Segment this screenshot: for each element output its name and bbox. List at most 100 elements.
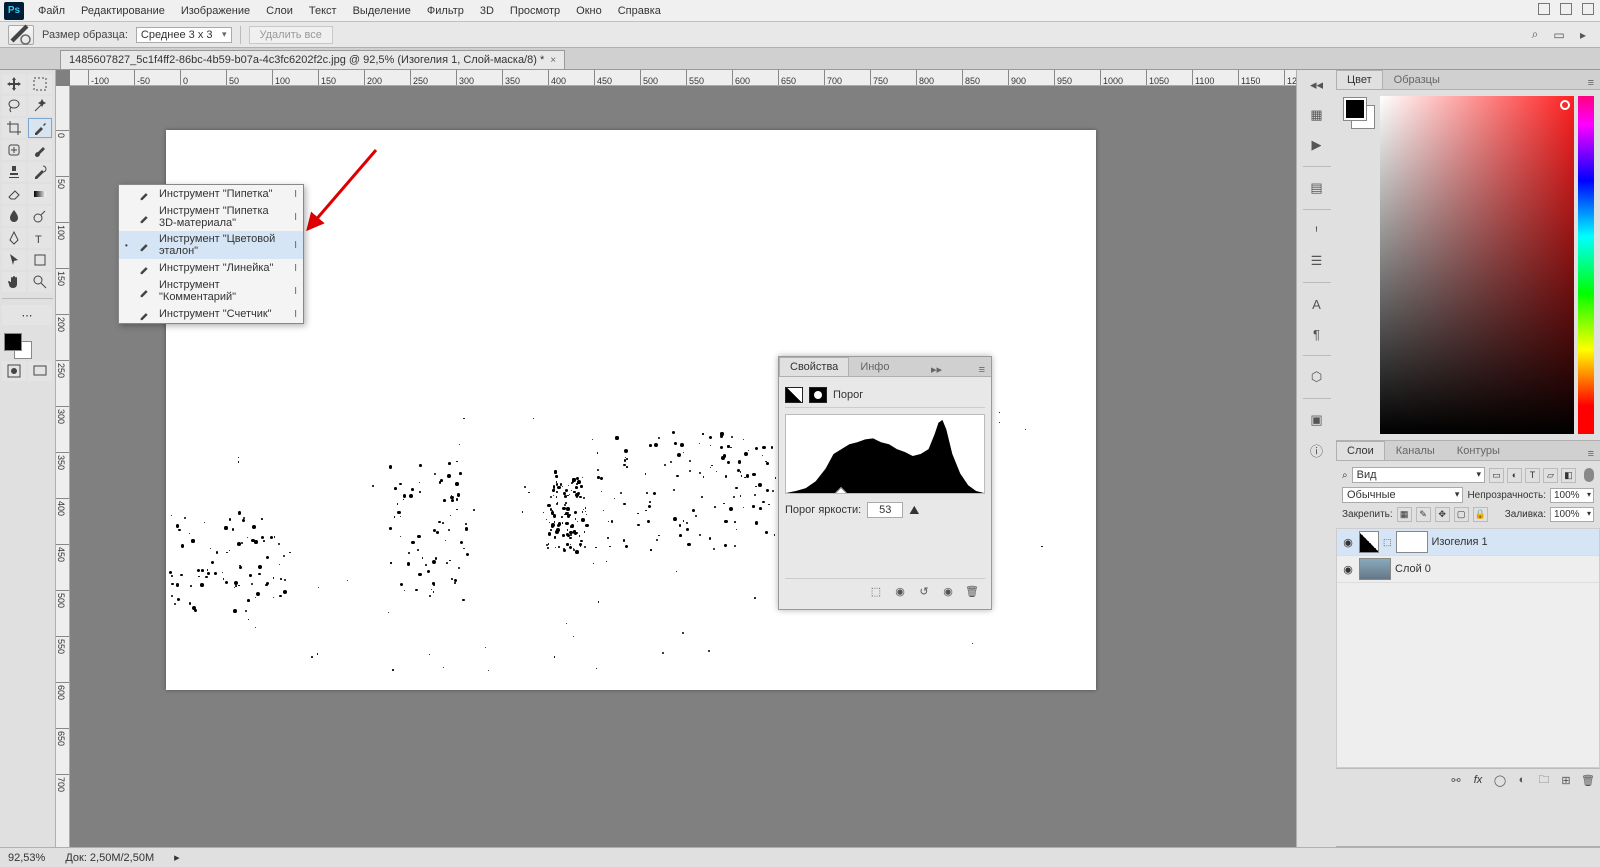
actions-icon[interactable]: ▶ xyxy=(1305,134,1329,156)
menu-файл[interactable]: Файл xyxy=(30,2,73,20)
visibility-icon[interactable]: ◉ xyxy=(1341,535,1355,549)
opacity-input[interactable]: 100% xyxy=(1550,488,1594,503)
flyout-item[interactable]: Инструмент "Счетчик"I xyxy=(119,305,303,323)
filter-adj-icon[interactable]: ◐ xyxy=(1507,468,1522,483)
color-swatches[interactable] xyxy=(4,333,32,359)
group-icon[interactable]: 🗀 xyxy=(1535,772,1553,788)
menu-редактирование[interactable]: Редактирование xyxy=(73,2,173,20)
tab-layers[interactable]: Слои xyxy=(1336,441,1385,460)
layer-filter-select[interactable]: Вид xyxy=(1352,467,1485,483)
cp-foreground[interactable] xyxy=(1344,98,1366,120)
3d-icon[interactable]: ⬡ xyxy=(1305,366,1329,388)
eraser-tool[interactable] xyxy=(2,184,26,204)
edit-toolbar[interactable]: ⋯ xyxy=(2,305,52,325)
lock-artboard-icon[interactable]: ▢ xyxy=(1454,507,1469,522)
flyout-item[interactable]: Инструмент "Комментарий"I xyxy=(119,277,303,305)
blur-tool[interactable] xyxy=(2,206,26,226)
gradient-tool[interactable] xyxy=(28,184,52,204)
lock-brush-icon[interactable]: ✎ xyxy=(1416,507,1431,522)
layer-row[interactable]: ◉⬚Изогелия 1 xyxy=(1337,529,1599,556)
reset-icon[interactable]: ↺ xyxy=(915,583,933,599)
tab-channels[interactable]: Каналы xyxy=(1385,441,1446,460)
search-icon[interactable]: ⌕ xyxy=(1526,26,1544,44)
shape-tool[interactable] xyxy=(28,250,52,270)
blend-mode-select[interactable]: Обычные xyxy=(1342,487,1463,503)
color-field[interactable] xyxy=(1380,96,1574,434)
quickmask-tool[interactable] xyxy=(2,361,26,381)
menu-окно[interactable]: Окно xyxy=(568,2,610,20)
filter-type-icon[interactable]: T xyxy=(1525,468,1540,483)
delete-layer-icon[interactable]: 🗑 xyxy=(1579,772,1597,788)
close-tab-icon[interactable]: × xyxy=(550,55,556,66)
flyout-item[interactable]: Инструмент "Пипетка 3D-материала"I xyxy=(119,203,303,231)
menu-слои[interactable]: Слои xyxy=(258,2,301,20)
info-shortcut-icon[interactable]: ⓘ xyxy=(1305,439,1329,461)
path-select-tool[interactable] xyxy=(2,250,26,270)
layers-shortcut-icon[interactable]: ▤ xyxy=(1305,177,1329,199)
collapse-icon[interactable]: ◂◂ xyxy=(1305,74,1329,96)
histogram[interactable] xyxy=(785,414,985,494)
menu-текст[interactable]: Текст xyxy=(301,2,345,20)
visibility-icon[interactable]: ◉ xyxy=(1341,562,1355,576)
eyedropper-tool[interactable] xyxy=(28,118,52,138)
heal-tool[interactable] xyxy=(2,140,26,160)
minimize-button[interactable] xyxy=(1538,3,1550,15)
fx-icon[interactable]: fx xyxy=(1469,772,1487,788)
lock-all-icon[interactable]: 🔒 xyxy=(1473,507,1488,522)
layers-panel-menu-icon[interactable]: ≡ xyxy=(1582,448,1600,460)
char-icon[interactable]: A xyxy=(1305,293,1329,315)
filter-toggle[interactable] xyxy=(1584,468,1594,482)
menu-фильтр[interactable]: Фильтр xyxy=(419,2,472,20)
tab-color[interactable]: Цвет xyxy=(1336,70,1383,89)
type-tool[interactable]: T xyxy=(28,228,52,248)
lock-pixels-icon[interactable]: ▦ xyxy=(1397,507,1412,522)
filter-shape-icon[interactable]: ▱ xyxy=(1543,468,1558,483)
tab-swatches[interactable]: Образцы xyxy=(1383,70,1451,89)
tab-paths[interactable]: Контуры xyxy=(1446,441,1511,460)
flyout-item[interactable]: Инструмент "Линейка"I xyxy=(119,259,303,277)
panel-collapse-icon[interactable]: ▸▸ xyxy=(925,363,948,376)
view-prev-icon[interactable]: ◉ xyxy=(891,583,909,599)
color-panel-menu-icon[interactable]: ≡ xyxy=(1582,77,1600,89)
link-icon[interactable]: ⚯ xyxy=(1447,772,1465,788)
para-icon[interactable]: ¶ xyxy=(1305,323,1329,345)
close-button[interactable] xyxy=(1582,3,1594,15)
screenmode-tool[interactable] xyxy=(28,361,52,381)
hand-tool[interactable] xyxy=(2,272,26,292)
filter-smart-icon[interactable]: ◧ xyxy=(1561,468,1576,483)
props-shortcut-icon[interactable]: ▣ xyxy=(1305,409,1329,431)
history-icon[interactable]: ▦ xyxy=(1305,104,1329,126)
menu-выделение[interactable]: Выделение xyxy=(345,2,419,20)
wand-tool[interactable] xyxy=(28,96,52,116)
brush-icon[interactable]: Ꞌ xyxy=(1305,220,1329,242)
stamp-tool[interactable] xyxy=(2,162,26,182)
adjust-icon[interactable]: ☰ xyxy=(1305,250,1329,272)
sample-size-select[interactable]: Среднее 3 x 3 xyxy=(136,27,232,43)
hue-slider[interactable] xyxy=(1578,96,1594,434)
tab-info[interactable]: Инфо xyxy=(849,357,900,376)
lock-pos-icon[interactable]: ✥ xyxy=(1435,507,1450,522)
new-layer-icon[interactable]: ⊞ xyxy=(1557,772,1575,788)
pen-tool[interactable] xyxy=(2,228,26,248)
zoom-status[interactable]: 92,53% xyxy=(8,852,45,864)
current-tool-icon[interactable] xyxy=(8,25,34,45)
menu-3d[interactable]: 3D xyxy=(472,2,502,20)
clip-icon[interactable]: ⬚ xyxy=(867,583,885,599)
status-arrow-icon[interactable]: ▸ xyxy=(174,851,180,864)
menu-изображение[interactable]: Изображение xyxy=(173,2,258,20)
zoom-tool[interactable] xyxy=(28,272,52,292)
document-tab[interactable]: 1485607827_5c1f4ff2-86bc-4b59-b07a-4c3fc… xyxy=(60,50,565,69)
flyout-item[interactable]: •Инструмент "Цветовой эталон"I xyxy=(119,231,303,259)
dodge-tool[interactable] xyxy=(28,206,52,226)
crop-tool[interactable] xyxy=(2,118,26,138)
trash-icon[interactable]: 🗑 xyxy=(963,583,981,599)
marquee-tool[interactable] xyxy=(28,74,52,94)
tab-properties[interactable]: Свойства xyxy=(779,357,849,376)
fill-input[interactable]: 100% xyxy=(1550,507,1594,522)
lasso-tool[interactable] xyxy=(2,96,26,116)
doc-size-status[interactable]: Док: 2,50M/2,50M xyxy=(65,852,154,864)
arrange-icon[interactable]: ▸ xyxy=(1574,26,1592,44)
auto-icon[interactable]: ⛰ xyxy=(909,503,919,518)
delete-all-button[interactable]: Удалить все xyxy=(249,26,333,44)
foreground-swatch[interactable] xyxy=(4,333,22,351)
